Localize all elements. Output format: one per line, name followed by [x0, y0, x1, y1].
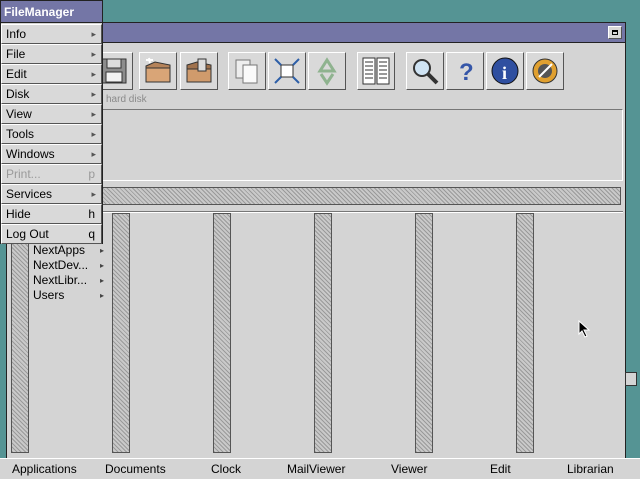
compress-button[interactable] [268, 52, 306, 90]
list-item-nextdev[interactable]: NextDev... ▸ [33, 258, 110, 273]
info-button[interactable]: i [486, 52, 524, 90]
column-list [233, 213, 312, 453]
svg-text:?: ? [459, 59, 474, 86]
appbar-clock[interactable]: Clock [211, 462, 241, 476]
browser-column-6 [514, 213, 615, 455]
inspector-icon [532, 58, 558, 84]
browser-column-3 [211, 213, 312, 455]
appbar-viewer[interactable]: Viewer [391, 462, 427, 476]
submenu-arrow-icon: ▸ [91, 149, 96, 159]
application-bar: Applications Documents Clock MailViewer … [0, 458, 640, 479]
submenu-arrow-icon: ▸ [91, 89, 96, 99]
list-view-button[interactable] [357, 52, 395, 90]
shortcut-key: q [88, 227, 95, 241]
browser-column-5 [413, 213, 514, 455]
list-view-icon [362, 57, 390, 85]
menu-item-info[interactable]: Info ▸ [1, 24, 102, 44]
list-item-nextapps[interactable]: NextApps ▸ [33, 243, 110, 258]
appbar-documents[interactable]: Documents [105, 462, 166, 476]
filemanager-menu: FileManager Info ▸ File ▸ Edit ▸ Disk ▸ View… [0, 0, 103, 244]
open-folder-button[interactable] [180, 52, 218, 90]
chevron-right-icon: ▸ [99, 246, 104, 255]
new-folder-icon [145, 57, 171, 83]
browser-column-4 [312, 213, 413, 455]
appbar-edit[interactable]: Edit [490, 462, 511, 476]
find-button[interactable] [406, 52, 444, 90]
open-folder-icon [186, 58, 212, 83]
menu-item-hide[interactable]: Hide h [1, 204, 102, 224]
chevron-right-icon: ▸ [99, 291, 104, 300]
inspector-button[interactable] [526, 52, 564, 90]
partial-window-control[interactable] [625, 372, 637, 386]
floppy-disk-icon [101, 58, 127, 84]
miniaturize-icon [612, 30, 618, 35]
column-list [536, 213, 615, 453]
new-folder-button[interactable] [139, 52, 177, 90]
menu-item-edit[interactable]: Edit ▸ [1, 64, 102, 84]
browser-column-2 [110, 213, 211, 455]
find-icon [413, 59, 439, 85]
menu-item-print[interactable]: Print... p [1, 164, 102, 184]
shortcut-key: h [88, 207, 95, 221]
menu-item-services[interactable]: Services ▸ [1, 184, 102, 204]
column-scrollbar[interactable] [11, 213, 29, 453]
appbar-mailviewer[interactable]: MailViewer [287, 462, 345, 476]
compress-icon [274, 58, 300, 84]
help-button[interactable]: ? [446, 52, 484, 90]
appbar-librarian[interactable]: Librarian [567, 462, 614, 476]
submenu-arrow-icon: ▸ [91, 69, 96, 79]
recycle-button[interactable] [308, 52, 346, 90]
copy-button[interactable] [228, 52, 266, 90]
svg-text:i: i [502, 63, 507, 83]
menu-item-disk[interactable]: Disk ▸ [1, 84, 102, 104]
menu-item-logout[interactable]: Log Out q [1, 224, 102, 244]
chevron-right-icon: ▸ [99, 276, 104, 285]
column-scrollbar[interactable] [516, 213, 534, 453]
menu-item-tools[interactable]: Tools ▸ [1, 124, 102, 144]
submenu-arrow-icon: ▸ [91, 49, 96, 59]
submenu-arrow-icon: ▸ [91, 29, 96, 39]
chevron-right-icon: ▸ [99, 261, 104, 270]
column-scrollbar[interactable] [112, 213, 130, 453]
submenu-arrow-icon: ▸ [91, 109, 96, 119]
recycle-icon [317, 57, 337, 86]
list-item-nextlibr[interactable]: NextLibr... ▸ [33, 273, 110, 288]
list-item-users[interactable]: Users ▸ [33, 288, 110, 303]
column-scrollbar[interactable] [213, 213, 231, 453]
submenu-arrow-icon: ▸ [91, 129, 96, 139]
mouse-cursor-icon [578, 320, 591, 338]
menu-item-file[interactable]: File ▸ [1, 44, 102, 64]
column-list [334, 213, 413, 453]
miniaturize-button[interactable] [608, 26, 622, 39]
column-list: NextApps ▸ NextDev... ▸ NextLibr... ▸ Users… [31, 213, 110, 453]
column-scrollbar[interactable] [415, 213, 433, 453]
browser-column-1: NextApps ▸ NextDev... ▸ NextLibr... ▸ Users… [9, 213, 110, 455]
shortcut-key: p [88, 167, 95, 181]
help-icon: ? [459, 59, 474, 86]
column-list [435, 213, 514, 453]
appbar-applications[interactable]: Applications [12, 462, 77, 476]
disk-label: hard disk [106, 94, 147, 105]
menu-item-view[interactable]: View ▸ [1, 104, 102, 124]
submenu-arrow-icon: ▸ [91, 189, 96, 199]
menu-item-windows[interactable]: Windows ▸ [1, 144, 102, 164]
menu-title[interactable]: FileManager [1, 1, 102, 23]
copy-icon [235, 59, 258, 84]
info-icon: i [491, 57, 519, 85]
column-list [132, 213, 211, 453]
column-scrollbar[interactable] [314, 213, 332, 453]
